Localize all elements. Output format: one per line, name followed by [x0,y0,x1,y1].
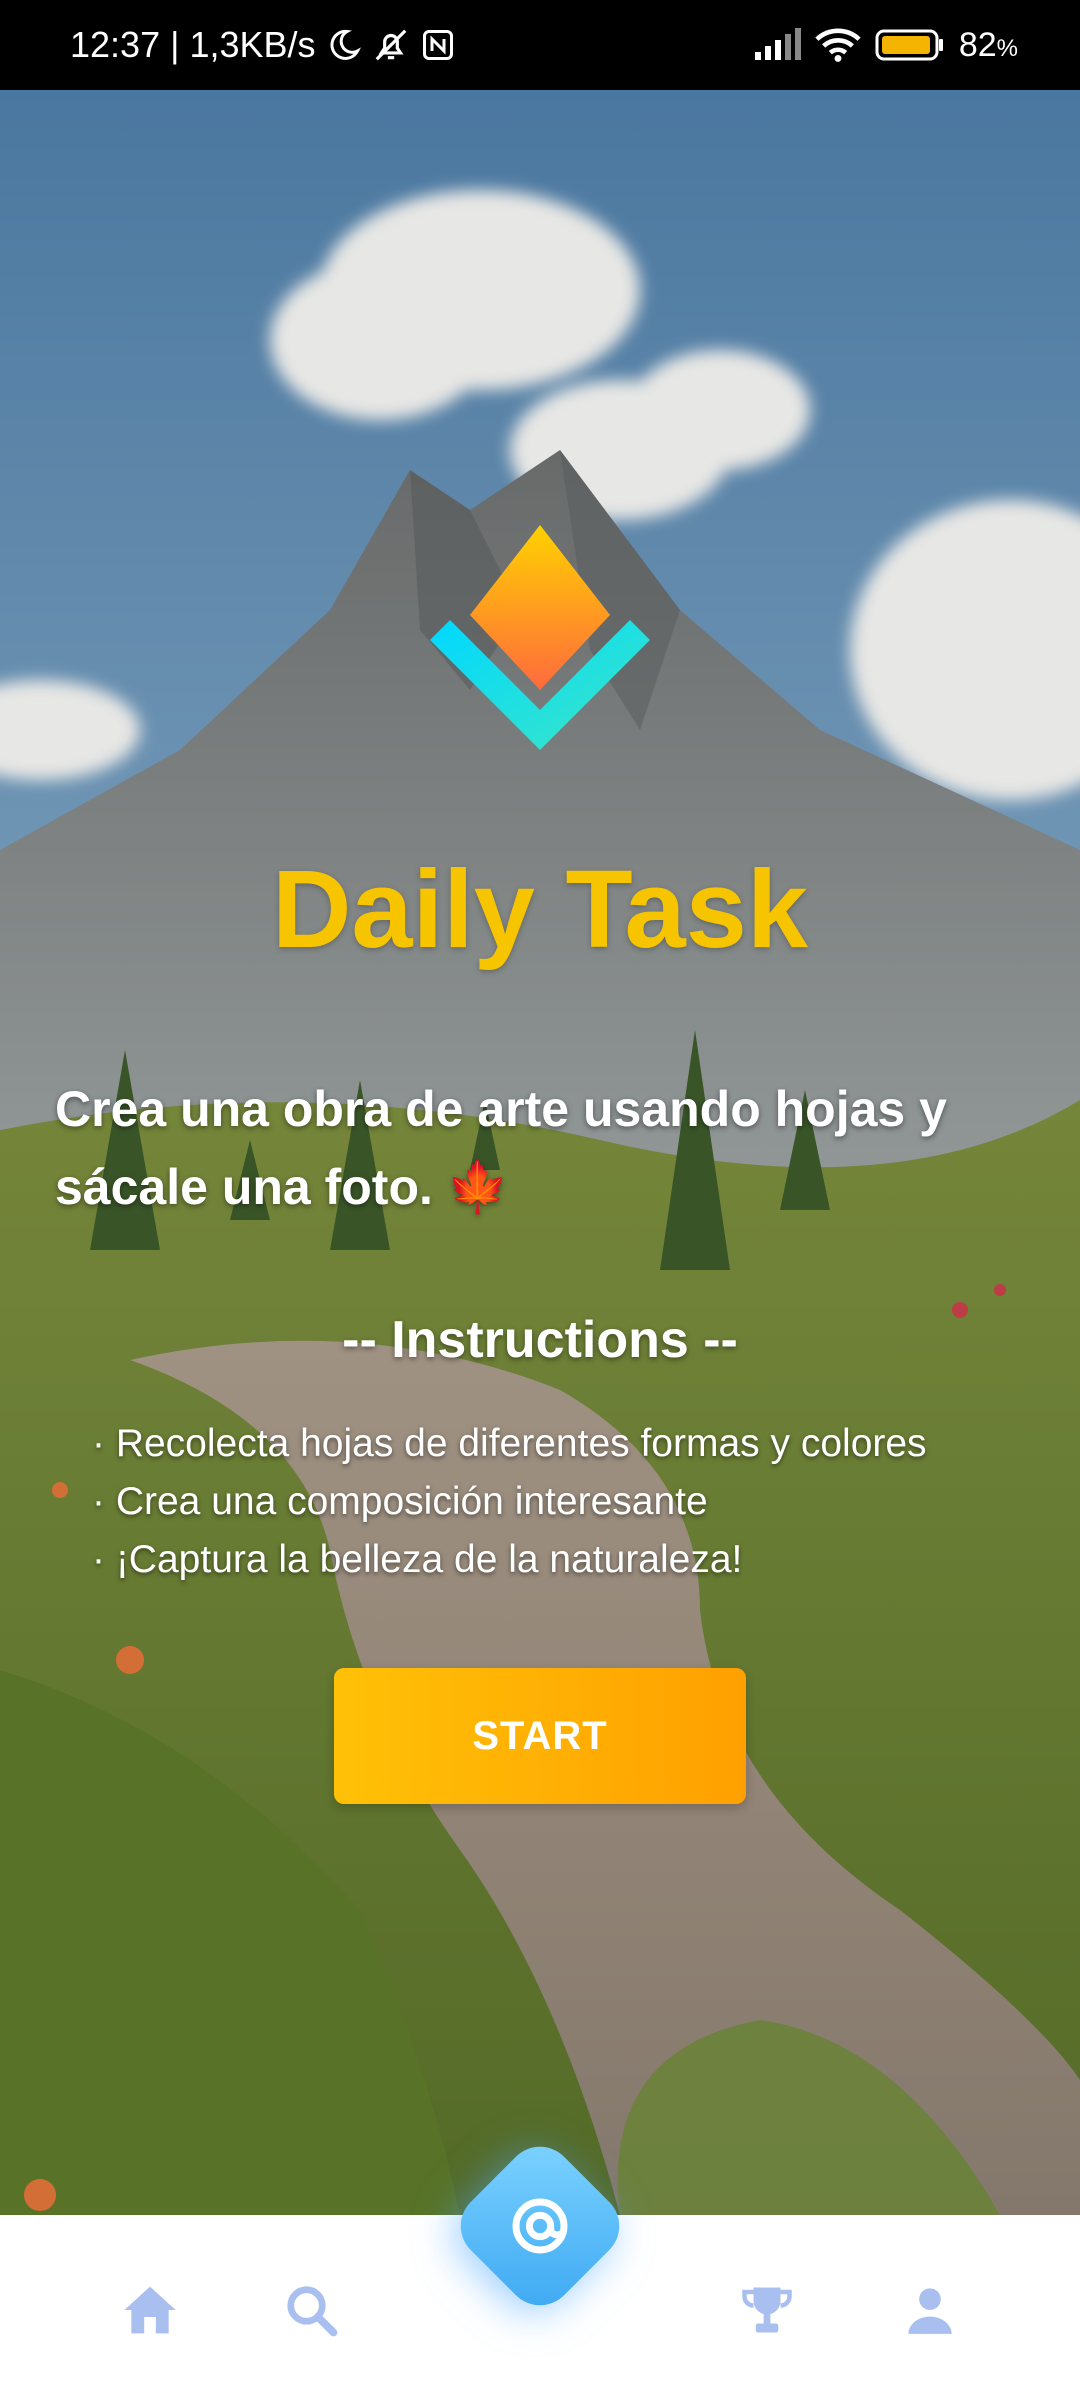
bell-off-icon [372,26,410,64]
start-button[interactable]: START [334,1668,746,1804]
nfc-icon [420,27,456,63]
instruction-item: · Recolecta hojas de diferentes formas y… [92,1422,927,1465]
moon-icon [326,27,362,63]
profile-icon[interactable] [895,2275,965,2345]
page-title: Daily Task [271,848,809,971]
app-logo [420,520,660,760]
instruction-item: · Crea una composición interesante [92,1480,708,1523]
status-bar: 12:37 | 1,3KB/s 82% [0,0,1080,90]
status-time-speed: 12:37 | 1,3KB/s [70,24,316,65]
scan-fab-icon[interactable] [500,2186,580,2266]
wifi-icon [815,27,861,63]
home-icon[interactable] [115,2275,185,2345]
search-icon[interactable] [276,2275,346,2345]
trophy-icon[interactable] [732,2275,802,2345]
task-description: Crea una obra de arte usando hojas y sác… [55,1081,947,1215]
battery-icon [875,27,945,63]
battery-percent: 82% [958,25,1018,64]
signal-icon [753,28,801,62]
instructions-list: · Recolecta hojas de diferentes formas y… [92,1415,1052,1589]
instructions-heading: -- Instructions -- [342,1311,738,1369]
instruction-item: · ¡Captura la belleza de la naturaleza! [92,1538,743,1581]
